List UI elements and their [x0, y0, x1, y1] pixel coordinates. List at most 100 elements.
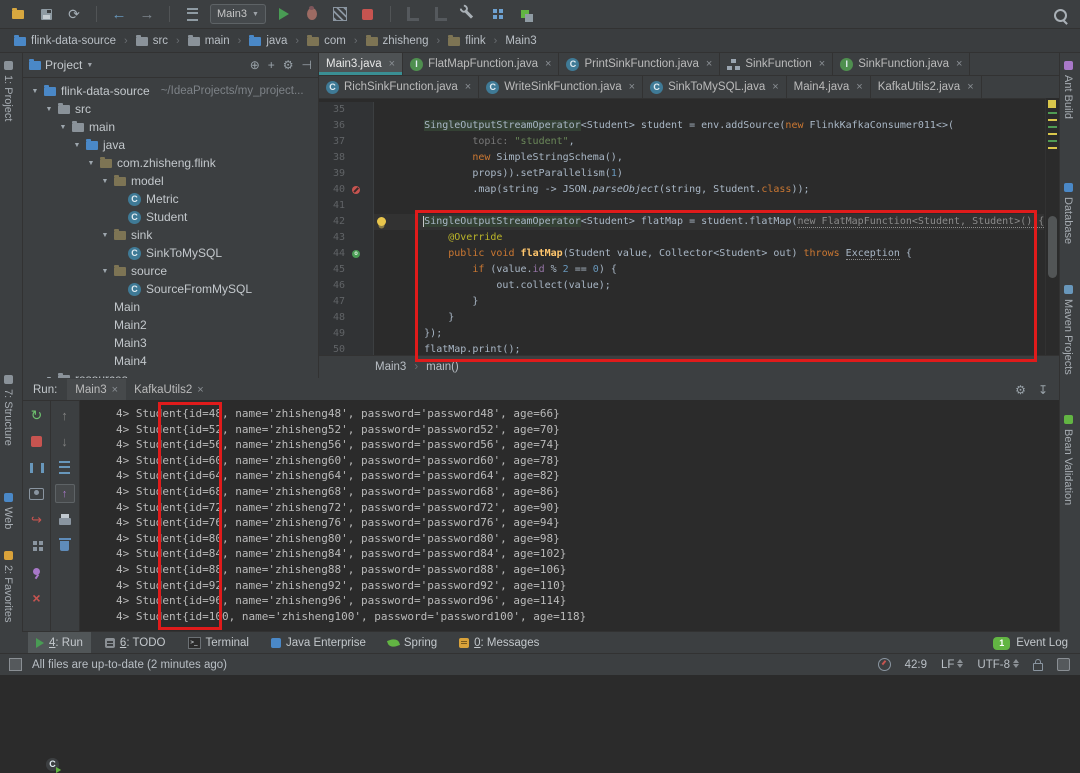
- tree-item-source[interactable]: ▼source: [23, 262, 318, 280]
- code-viewport[interactable]: 3536 SingleOutputStreamOperator<Student>…: [319, 98, 1060, 356]
- caret-position[interactable]: 42:9: [905, 659, 927, 671]
- editor-tab-KafkaUtils2.java[interactable]: CKafkaUtils2.java×: [871, 76, 982, 98]
- code-line-43[interactable]: 43 @Override: [319, 230, 1060, 246]
- tool-stripe-button-ant-build[interactable]: Ant Build: [1062, 61, 1074, 119]
- code-line-45[interactable]: 45 if (value.id % 2 == 0) {: [319, 262, 1060, 278]
- code-line-38[interactable]: 38 new SimpleStringSchema(),: [319, 150, 1060, 166]
- toolwindow-button-spring[interactable]: Spring: [380, 632, 445, 654]
- chevron-down-icon[interactable]: ▼: [86, 62, 93, 69]
- editor-error-stripe[interactable]: [1045, 98, 1060, 356]
- stop-button[interactable]: [358, 4, 378, 24]
- tool-stripe-button-1-project[interactable]: 1: Project: [2, 61, 14, 121]
- override-marker-icon[interactable]: o: [352, 250, 360, 258]
- tree-item-Main3[interactable]: CMain3: [23, 334, 318, 352]
- unlock-icon[interactable]: [1033, 663, 1043, 671]
- tree-item-main[interactable]: ▼main: [23, 118, 318, 136]
- editor-tab-RichSinkFunction.java[interactable]: CRichSinkFunction.java×: [319, 76, 479, 98]
- tree-item-resources[interactable]: ▼resources: [23, 370, 318, 378]
- tree-item-model[interactable]: ▼model: [23, 172, 318, 190]
- console-output[interactable]: 4> Student{id=48, name='zhisheng48', pas…: [79, 400, 1060, 632]
- code-line-35[interactable]: 35: [319, 102, 1060, 118]
- dock-panel-button[interactable]: ↧: [1038, 383, 1048, 397]
- run-config-combo[interactable]: C Main3 ▼: [210, 4, 266, 24]
- tree-item-src[interactable]: ▼src: [23, 100, 318, 118]
- run-tab-Main3[interactable]: CMain3×: [67, 379, 126, 400]
- dump-threads-button[interactable]: [27, 484, 47, 503]
- tab-close-icon[interactable]: ×: [389, 58, 395, 70]
- editor-tab-SinkFunction.java[interactable]: ISinkFunction.java×: [833, 53, 970, 75]
- run-button[interactable]: [274, 4, 294, 24]
- encoding-select[interactable]: UTF-8: [977, 659, 1019, 671]
- line-ending-select[interactable]: LF: [941, 659, 963, 671]
- tool-stripe-button-2-favorites[interactable]: 2: Favorites: [2, 551, 14, 622]
- clear-console-button[interactable]: [55, 536, 75, 555]
- tab-close-icon[interactable]: ×: [856, 81, 862, 93]
- forward-button[interactable]: →: [137, 4, 157, 24]
- console-history-button[interactable]: [55, 458, 75, 477]
- expand-arrow-icon[interactable]: ▼: [73, 142, 81, 149]
- print-console-button[interactable]: [55, 510, 75, 529]
- editor-tab-FlatMapFunction.java[interactable]: IFlatMapFunction.java×: [403, 53, 559, 75]
- tab-close-icon[interactable]: ×: [545, 58, 551, 70]
- editor-tab-PrintSinkFunction.java[interactable]: CPrintSinkFunction.java×: [559, 53, 720, 75]
- search-everywhere-button[interactable]: [1050, 5, 1070, 25]
- code-line-36[interactable]: 36 SingleOutputStreamOperator<Student> s…: [319, 118, 1060, 134]
- tool-stripe-button-database[interactable]: Database: [1062, 183, 1074, 244]
- settings-wrench-button[interactable]: [459, 4, 479, 24]
- back-button[interactable]: ←: [109, 4, 129, 24]
- breadcrumb-item-com[interactable]: com: [303, 35, 350, 47]
- editor-tab-Main4.java[interactable]: CMain4.java×: [787, 76, 871, 98]
- toolwindow-button-todo[interactable]: 6: TODO: [97, 632, 174, 654]
- memory-gauge-icon[interactable]: [878, 658, 891, 671]
- toolwindow-button-java-enterprise[interactable]: Java Enterprise: [263, 632, 374, 654]
- expand-arrow-icon[interactable]: ▼: [31, 88, 39, 95]
- tree-item-com.zhisheng.flink[interactable]: ▼com.zhisheng.flink: [23, 154, 318, 172]
- breadcrumb-item-java[interactable]: java: [245, 35, 291, 47]
- code-line-41[interactable]: 41: [319, 198, 1060, 214]
- project-panel-title[interactable]: Project: [45, 58, 82, 72]
- run-tab-KafkaUtils2[interactable]: CKafkaUtils2×: [126, 379, 212, 400]
- tab-close-icon[interactable]: ×: [772, 81, 778, 93]
- scroll-to-end-button[interactable]: ↑: [55, 484, 75, 503]
- tree-item-Student[interactable]: CStudent: [23, 208, 318, 226]
- tab-close-icon[interactable]: ×: [629, 81, 635, 93]
- run-settings-button[interactable]: ⚙: [1015, 383, 1026, 397]
- toolwindow-button-terminal[interactable]: >_Terminal: [180, 632, 257, 654]
- event-log-button[interactable]: 1 Event Log: [993, 637, 1068, 650]
- locate-file-button[interactable]: ⊕: [250, 58, 260, 72]
- project-structure-button[interactable]: [487, 4, 507, 24]
- hide-panel-button[interactable]: ⊣: [302, 58, 312, 72]
- tree-item-sink[interactable]: ▼sink: [23, 226, 318, 244]
- code-line-47[interactable]: 47 }: [319, 294, 1060, 310]
- tab-close-icon[interactable]: ×: [967, 81, 973, 93]
- editor-tab-Main3.java[interactable]: CMain3.java×: [319, 53, 403, 75]
- exit-console-button[interactable]: ↪: [27, 510, 47, 529]
- tree-item-flink-data-source[interactable]: ▼flink-data-source~/IdeaProjects/my_proj…: [23, 82, 318, 100]
- breadcrumb-item-zhisheng[interactable]: zhisheng: [362, 35, 433, 47]
- breadcrumb-item-Main3[interactable]: CMain3: [501, 35, 540, 47]
- tab-close-icon[interactable]: ×: [197, 384, 203, 396]
- code-line-46[interactable]: 46 out.collect(value);: [319, 278, 1060, 294]
- tree-item-SourceFromMySQL[interactable]: CSourceFromMySQL: [23, 280, 318, 298]
- pause-output-button[interactable]: [27, 458, 47, 477]
- open-project-button[interactable]: [8, 4, 28, 24]
- tab-close-icon[interactable]: ×: [112, 384, 118, 396]
- tab-close-icon[interactable]: ×: [465, 81, 471, 93]
- code-line-49[interactable]: 49 });: [319, 326, 1060, 342]
- intention-bulb-icon[interactable]: [377, 217, 386, 226]
- tool-stripe-button-web[interactable]: Web: [2, 493, 14, 529]
- tree-item-Main4[interactable]: CMain4: [23, 352, 318, 370]
- expand-arrow-icon[interactable]: ▼: [101, 268, 109, 275]
- tree-item-Metric[interactable]: CMetric: [23, 190, 318, 208]
- debug-button[interactable]: [302, 4, 322, 24]
- breadcrumb-item-main[interactable]: main: [184, 35, 234, 47]
- tab-close-icon[interactable]: ×: [706, 58, 712, 70]
- breadcrumb-item-flink[interactable]: flink: [444, 35, 489, 47]
- panel-settings-button[interactable]: ⚙: [283, 58, 294, 72]
- editor-tab-SinkToMySQL.java[interactable]: CSinkToMySQL.java×: [643, 76, 787, 98]
- plugins-button[interactable]: [515, 4, 535, 24]
- tool-stripe-button-7-structure[interactable]: 7: Structure: [2, 375, 14, 446]
- tree-item-java[interactable]: ▼java: [23, 136, 318, 154]
- editor-scrollbar-thumb[interactable]: [1048, 216, 1057, 278]
- code-line-44[interactable]: 44o public void flatMap(Student value, C…: [319, 246, 1060, 262]
